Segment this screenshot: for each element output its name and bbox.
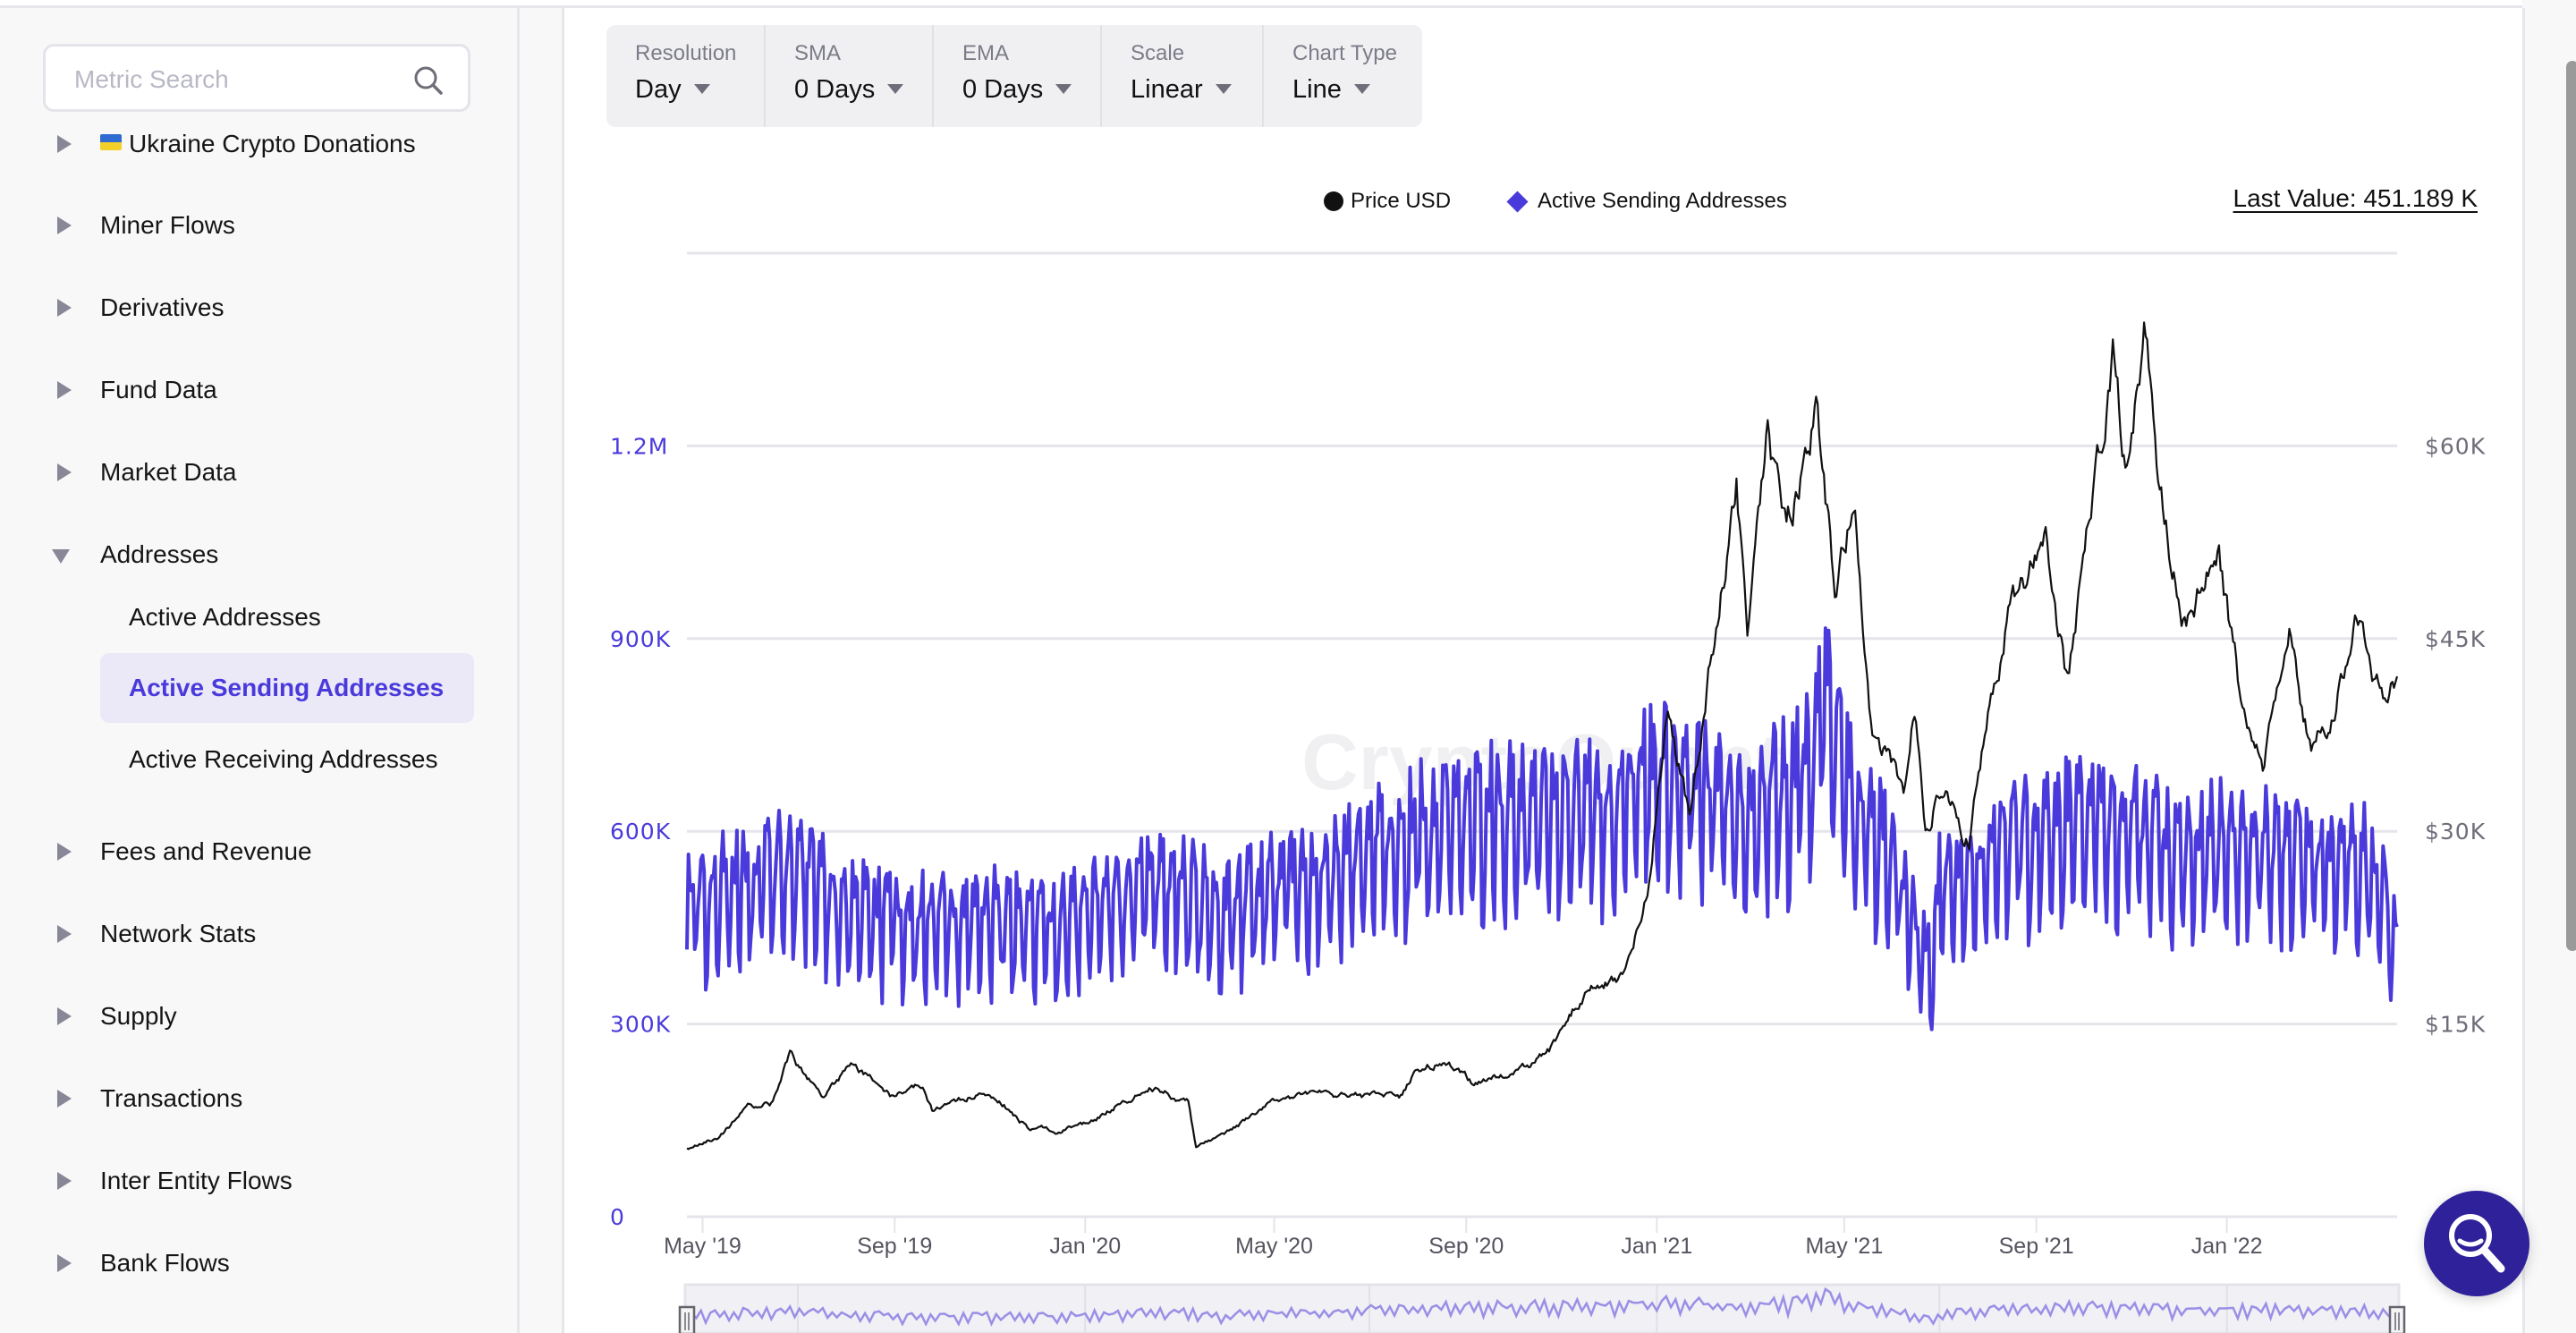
x-axis-tick-label: Jan '21 xyxy=(1621,1234,1692,1259)
left-axis-tick-label: 1.2M xyxy=(610,433,668,459)
x-axis: May '19 Sep '19 Jan '20 May '20 Sep '20 Jan '… xyxy=(664,1217,2263,1259)
chart-svg: CryptoQuant 0300K600K900K1.2M $15K$30K$4… xyxy=(610,251,2486,1333)
right-axis: $15K $30K $45K $60K xyxy=(2425,433,2486,1038)
left-axis-tick-label: 300K xyxy=(610,1012,671,1038)
left-axis-tick-label: 0 xyxy=(610,1204,625,1230)
x-axis-tick-label: May '21 xyxy=(1805,1234,1883,1259)
right-axis-tick-label: $60K xyxy=(2425,433,2486,459)
navigator-left-handle[interactable] xyxy=(678,1305,696,1333)
left-axis-tick-label: 900K xyxy=(610,626,671,652)
x-axis-tick-label: May '19 xyxy=(664,1234,741,1259)
x-axis-tick-label: Sep '21 xyxy=(1999,1234,2074,1259)
x-axis-tick-label: May '20 xyxy=(1235,1234,1313,1259)
search-fab-button[interactable] xyxy=(2424,1191,2529,1296)
right-axis-tick-label: $15K xyxy=(2425,1012,2486,1038)
x-axis-tick-label: Jan '20 xyxy=(1049,1234,1121,1259)
right-axis-tick-label: $45K xyxy=(2425,626,2486,652)
navigator-right-handle[interactable] xyxy=(2388,1305,2406,1333)
left-axis: 0 300K 600K 900K 1.2M xyxy=(610,433,671,1230)
magnifier-icon xyxy=(2449,1214,2505,1273)
x-axis-tick-label: Jan '22 xyxy=(2191,1234,2263,1259)
series-line-active-sending-addresses xyxy=(685,626,2399,1032)
x-axis-tick-label: Sep '20 xyxy=(1428,1234,1504,1259)
right-axis-tick-label: $30K xyxy=(2425,819,2486,845)
navigator[interactable] xyxy=(678,1283,2406,1333)
left-axis-tick-label: 600K xyxy=(610,819,671,845)
x-axis-tick-label: Sep '19 xyxy=(857,1234,932,1259)
